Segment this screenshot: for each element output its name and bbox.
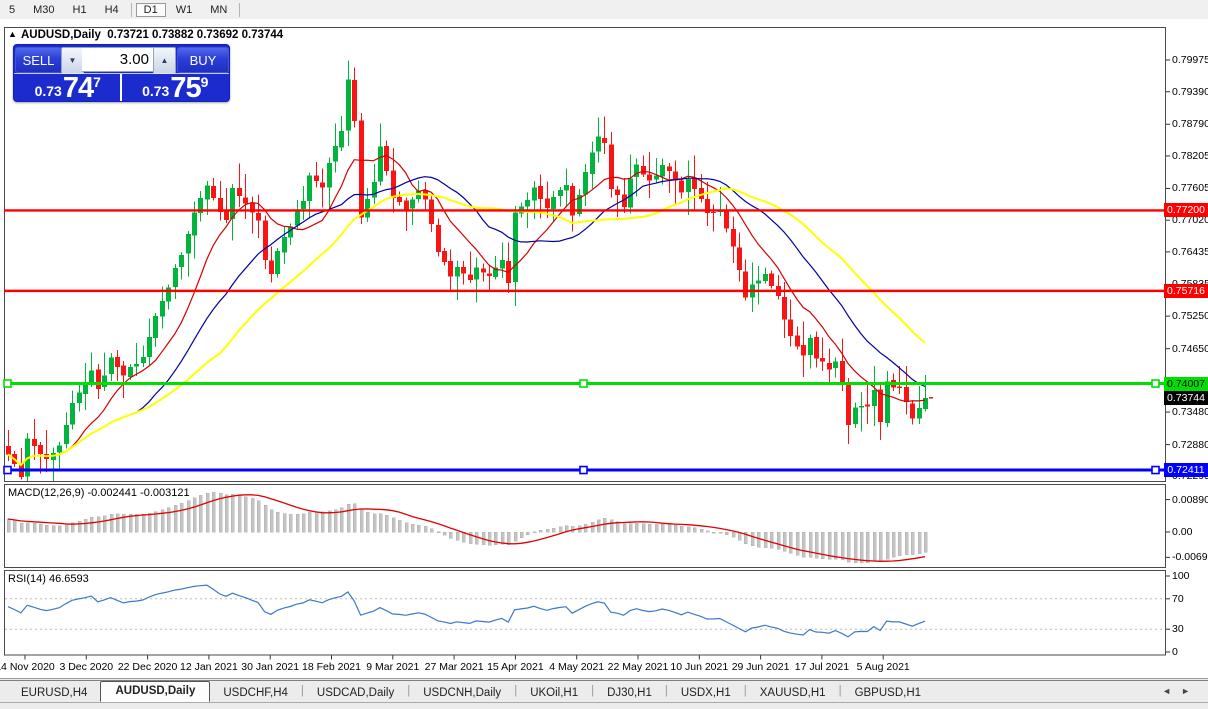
price-axis-label: 0.78790: [1172, 118, 1208, 131]
rsi-axis-label: 30: [1172, 623, 1184, 636]
buy-price-prefix: 0.73: [142, 83, 170, 99]
sell-button[interactable]: SELL: [15, 47, 62, 73]
tab-usdx-h1[interactable]: USDX,H1: [668, 684, 744, 702]
price-axis-label: 0.77605: [1172, 182, 1208, 195]
date-axis-label: 5 Aug 2021: [856, 661, 910, 673]
date-axis-label: 10 Jun 2021: [670, 661, 729, 673]
chart-symbol-period: AUDUSD,Daily: [21, 29, 101, 41]
sell-price-prefix: 0.73: [34, 83, 62, 99]
price-axis-label: 0.76435: [1172, 245, 1208, 258]
price-axis-label: 0.74650: [1172, 342, 1208, 355]
price-line-badge: 0.77200: [1164, 203, 1208, 218]
date-axis-label: 17 Jul 2021: [794, 661, 850, 673]
price-divider: [120, 74, 122, 101]
tab-ukoil-h1[interactable]: UKOil,H1: [517, 684, 591, 702]
tab-scroll-arrows: ◄►: [1162, 686, 1200, 696]
rsi-axis-label: 0: [1172, 646, 1178, 658]
chart-canvas[interactable]: [0, 0, 1208, 709]
price-axis-label: 0.78205: [1172, 149, 1208, 162]
tab-usdchf-h4[interactable]: USDCHF,H4: [210, 684, 301, 702]
date-axis-label: 15 Apr 2021: [487, 661, 544, 673]
price-axis-label: 0.79390: [1172, 85, 1208, 98]
tab-audusd-daily[interactable]: AUDUSD,Daily: [100, 681, 211, 702]
buy-price[interactable]: 0.73 75 9: [122, 72, 230, 104]
chart-ohlc-values: 0.73721 0.73882 0.73692 0.73744: [107, 29, 284, 41]
date-axis-label: 3 Dec 2020: [59, 661, 114, 673]
price-axis-label: 0.73480: [1172, 406, 1208, 419]
sell-price-pip: 7: [93, 74, 101, 90]
rsi-indicator-label: RSI(14) 46.6593: [8, 573, 89, 585]
one-click-trade-panel: SELL ▼ 3.00 ▲ BUY 0.73 74 7 0.73 75 9: [13, 44, 230, 104]
price-line-badge: 0.75716: [1164, 283, 1208, 298]
volume-input[interactable]: 3.00: [82, 47, 153, 72]
tab-gbpusd-h1[interactable]: GBPUSD,H1: [842, 684, 934, 702]
date-axis-label: 29 Jun 2021: [731, 661, 790, 673]
tab-usdcnh-daily[interactable]: USDCNH,Daily: [410, 684, 514, 702]
date-axis-label: 30 Jan 2021: [241, 661, 300, 673]
date-axis-label: 27 Mar 2021: [424, 661, 484, 673]
chart-title-ohlc: AUDUSD,Daily 0.73721 0.73882 0.73692 0.7…: [21, 29, 283, 41]
date-axis-label: 18 Feb 2021: [302, 661, 361, 673]
date-axis-label: 12 Jan 2021: [179, 661, 238, 673]
date-axis-label: 22 Dec 2020: [117, 661, 178, 673]
tab-eurusd-h4[interactable]: EURUSD,H4: [8, 684, 100, 702]
macd-indicator-label: MACD(12,26,9) -0.002441 -0.003121: [8, 487, 190, 499]
price-axis-label: 0.72880: [1172, 438, 1208, 451]
tab-usdcad-daily[interactable]: USDCAD,Daily: [304, 684, 407, 702]
tab-dj30-h1[interactable]: DJ30,H1: [594, 684, 665, 702]
macd-axis-label: 0.008903: [1172, 493, 1208, 506]
buy-price-pip: 9: [200, 74, 209, 90]
price-line-badge: 0.74007: [1164, 376, 1208, 391]
date-axis-label: 9 Mar 2021: [366, 661, 420, 673]
volume-decrease-icon[interactable]: ▼: [61, 47, 84, 74]
tab-scroll-left-icon[interactable]: ◄: [1162, 686, 1181, 696]
rsi-axis-label: 100: [1172, 570, 1190, 582]
buy-button[interactable]: BUY: [177, 47, 229, 73]
volume-increase-icon[interactable]: ▲: [153, 47, 176, 74]
buy-price-main: 75: [170, 72, 201, 104]
macd-axis-label: -0.00697: [1172, 551, 1208, 564]
date-axis-label: 22 May 2021: [607, 661, 669, 673]
rsi-axis-label: 70: [1172, 592, 1184, 605]
collapse-triangle-icon[interactable]: ▲: [8, 29, 17, 39]
sell-price-main: 74: [62, 72, 94, 104]
symbol-tab-bar: EURUSD,H4 AUDUSD,Daily USDCHF,H4 | USDCAD,Da…: [0, 680, 1208, 703]
tab-xauusd-h1[interactable]: XAUUSD,H1: [747, 684, 839, 702]
price-axis-label: 0.79975: [1172, 54, 1208, 66]
tab-scroll-right-icon[interactable]: ►: [1181, 686, 1200, 696]
price-axis-label: 0.75250: [1172, 310, 1208, 323]
current-price-badge: 0.73744: [1164, 390, 1208, 405]
macd-axis-label: 0.00: [1172, 526, 1193, 538]
price-line-badge: 0.72411: [1164, 463, 1208, 478]
sell-price[interactable]: 0.73 74 7: [14, 72, 122, 104]
date-axis-label: 4 May 2021: [549, 661, 605, 673]
